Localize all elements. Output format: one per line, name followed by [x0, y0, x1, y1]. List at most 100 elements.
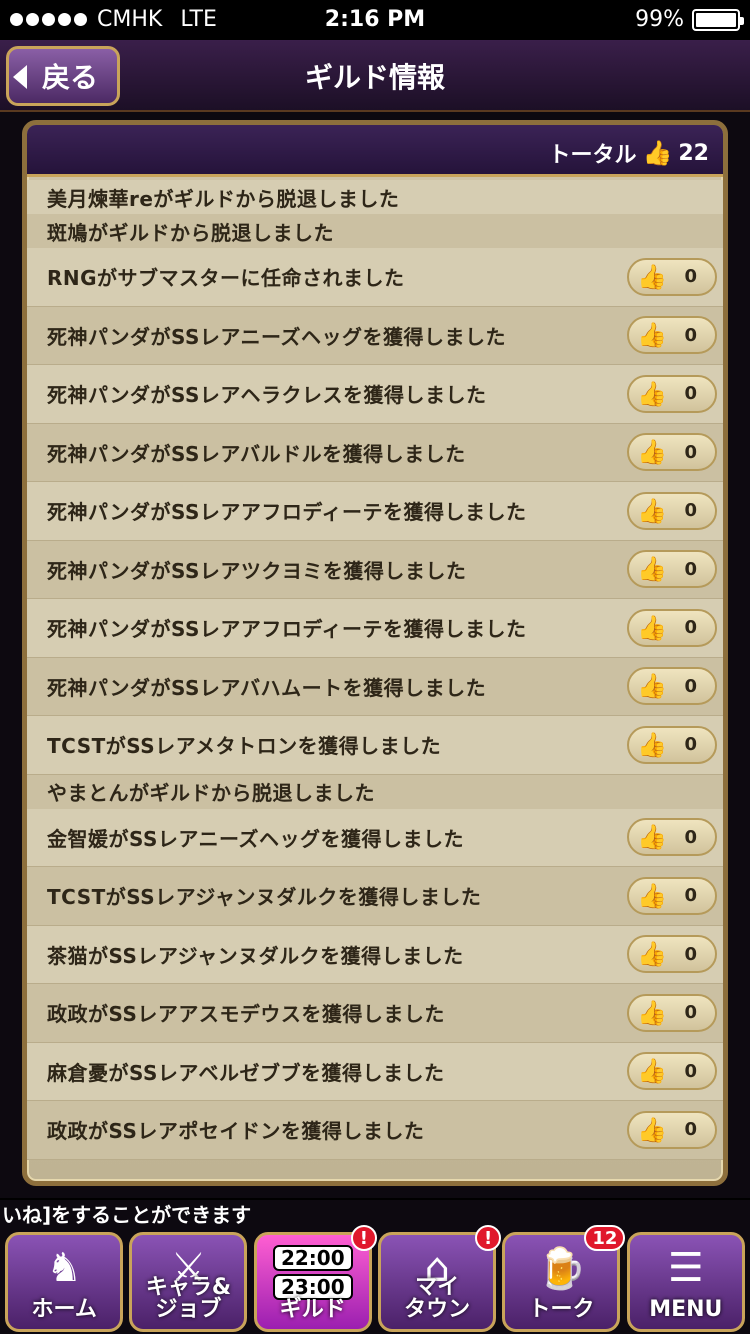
nav-mytown-label: マイ タウン [404, 1275, 471, 1322]
feed-row: 金智媛がSSレアニーズヘッグを獲得しました 👍 0 [27, 808, 723, 867]
like-count: 0 [684, 500, 697, 522]
feed-row: やまとんがギルドから脱退しました [27, 774, 723, 809]
feed-row-text: 死神パンダがSSレアツクヨミを獲得しました [47, 558, 467, 583]
activity-feed[interactable]: 美月煉華reがギルドから脱退しました 斑鳩がギルドから脱退しました RNGがサブマス… [27, 180, 723, 1181]
nav-chara-label: キャラ& ジョブ [145, 1275, 232, 1322]
like-count: 0 [684, 558, 697, 580]
feed-row-text: 麻倉憂がSSレアベルゼブブを獲得しました [47, 1060, 445, 1085]
feed-row-text: 斑鳩がギルドから脱退しました [47, 220, 334, 245]
nav-menu-button[interactable]: ☰ MENU [626, 1232, 745, 1332]
like-count: 0 [684, 617, 697, 639]
feed-row-text: 死神パンダがSSレアアフロディーテを獲得しました [47, 500, 527, 525]
feed-row: TCSTがSSレアメタトロンを獲得しました 👍 0 [27, 716, 723, 775]
status-right: 99% [635, 7, 744, 32]
feed-row: TCSTがSSレアジャンヌダルクを獲得しました 👍 0 [27, 867, 723, 926]
nav-home-button[interactable]: ♞ ホーム [5, 1232, 124, 1332]
feed-row-text: RNGがサブマスターに任命されました [47, 266, 405, 291]
guild-schedule: 22:00 23:00 [257, 1245, 369, 1300]
thumbs-up-icon: 👍 [637, 262, 667, 291]
like-button[interactable]: 👍 0 [627, 550, 717, 589]
feed-row: 死神パンダがSSレアバハムートを獲得しました 👍 0 [27, 657, 723, 716]
thumbs-up-icon: 👍 [637, 823, 667, 852]
app-header: 戻る ギルド情報 [0, 40, 750, 112]
thumbs-up-icon: 👍 [637, 379, 667, 408]
feed-row: 死神パンダがSSレアツクヨミを獲得しました 👍 0 [27, 540, 723, 599]
nav-mytown-button[interactable]: ⌂ マイ タウン ! [378, 1225, 502, 1332]
guild-info-panel: トータル 👍 22 美月煉華reがギルドから脱退しました 斑鳩がギルドから脱退しま… [22, 120, 728, 1186]
feed-row-text: 金智媛がSSレアニーズヘッグを獲得しました [47, 826, 465, 851]
like-button[interactable]: 👍 0 [627, 374, 717, 413]
like-count: 0 [684, 826, 697, 848]
bottom-nav: ♞ ホーム ⚔ キャラ& ジョブ 22:00 23:00 ギルド ! ⌂ マイ … [0, 1225, 750, 1334]
feed-row-text: 死神パンダがSSレアバルドルを獲得しました [47, 441, 466, 466]
like-count: 0 [684, 1002, 697, 1024]
thumbs-up-icon: 👍 [642, 139, 673, 167]
news-ticker: いね]をすることができます [0, 1200, 750, 1230]
nav-guild-label: ギルド [279, 1297, 346, 1322]
like-button[interactable]: 👍 0 [627, 818, 717, 857]
thumbs-up-icon: 👍 [637, 672, 667, 701]
feed-row-text: 政政がSSレアアスモデウスを獲得しました [47, 1002, 445, 1027]
like-button[interactable]: 👍 0 [627, 608, 717, 647]
beer-mugs-icon: 🍺 [536, 1246, 587, 1292]
battery-percent: 99% [635, 7, 684, 32]
like-button[interactable]: 👍 0 [627, 257, 717, 296]
nav-talk-button[interactable]: 🍺 トーク 12 [502, 1225, 626, 1332]
nav-talk-label: トーク [528, 1297, 595, 1322]
feed-row: 死神パンダがSSレアバルドルを獲得しました 👍 0 [27, 423, 723, 482]
guild-alert-badge: ! [350, 1225, 377, 1251]
thumbs-up-icon: 👍 [637, 438, 667, 467]
feed-row: 政政がSSレアアスモデウスを獲得しました 👍 0 [27, 984, 723, 1043]
feed-row-text: TCSTがSSレアジャンヌダルクを獲得しました [47, 885, 482, 910]
like-count: 0 [684, 675, 697, 697]
feed-row: RNGがサブマスターに任命されました 👍 0 [27, 248, 723, 307]
like-button[interactable]: 👍 0 [627, 491, 717, 530]
feed-row-text: 政政がSSレアポセイドンを獲得しました [47, 1119, 425, 1144]
thumbs-up-icon: 👍 [637, 1115, 667, 1144]
like-button[interactable]: 👍 0 [627, 316, 717, 355]
like-count: 0 [684, 1119, 697, 1141]
like-button[interactable]: 👍 0 [627, 1052, 717, 1091]
feed-row-text: 死神パンダがSSレアヘラクレスを獲得しました [47, 383, 487, 408]
feed-row-text: 茶猫がSSレアジャンヌダルクを獲得しました [47, 943, 464, 968]
like-button[interactable]: 👍 0 [627, 667, 717, 706]
feed-row: 麻倉憂がSSレアベルゼブブを獲得しました 👍 0 [27, 1042, 723, 1101]
like-button[interactable]: 👍 0 [627, 993, 717, 1032]
thumbs-up-icon: 👍 [637, 496, 667, 525]
hamburger-icon: ☰ [667, 1245, 704, 1291]
like-button[interactable]: 👍 0 [627, 725, 717, 764]
knight-horse-icon: ♞ [46, 1245, 83, 1291]
thumbs-up-icon: 👍 [637, 881, 667, 910]
like-button[interactable]: 👍 0 [627, 1110, 717, 1149]
like-count: 0 [684, 383, 697, 405]
feed-row-text: やまとんがギルドから脱退しました [47, 781, 375, 805]
thumbs-up-icon: 👍 [637, 940, 667, 969]
like-count: 0 [684, 441, 697, 463]
feed-row-text: TCSTがSSレアメタトロンを獲得しました [47, 734, 442, 759]
like-button[interactable]: 👍 0 [627, 935, 717, 974]
feed-row-text: 美月煉華reがギルドから脱退しました [47, 186, 400, 211]
thumbs-up-icon: 👍 [637, 555, 667, 584]
nav-chara-button[interactable]: ⚔ キャラ& ジョブ [129, 1232, 248, 1332]
battery-icon [692, 8, 744, 31]
total-label: トータル [548, 143, 637, 168]
feed-row: 斑鳩がギルドから脱退しました [27, 214, 723, 248]
feed-row: 死神パンダがSSレアヘラクレスを獲得しました 👍 0 [27, 365, 723, 424]
like-button[interactable]: 👍 0 [627, 876, 717, 915]
like-count: 0 [684, 266, 697, 288]
feed-row: 死神パンダがSSレアニーズヘッグを獲得しました 👍 0 [27, 306, 723, 365]
feed-row-text: 死神パンダがSSレアアフロディーテを獲得しました [47, 617, 527, 642]
like-count: 0 [684, 1060, 697, 1082]
guild-time-1: 22:00 [272, 1245, 353, 1271]
feed-row: 茶猫がSSレアジャンヌダルクを獲得しました 👍 0 [27, 925, 723, 984]
like-button[interactable]: 👍 0 [627, 433, 717, 472]
like-count: 0 [684, 734, 697, 756]
like-count: 0 [684, 885, 697, 907]
total-likes: トータル 👍 22 [548, 137, 709, 169]
nav-guild-button[interactable]: 22:00 23:00 ギルド ! [253, 1225, 377, 1332]
status-bar: CMHK LTE 2:16 PM 99% [0, 0, 750, 40]
feed-row: 死神パンダがSSレアアフロディーテを獲得しました 👍 0 [27, 482, 723, 541]
like-count: 0 [684, 943, 697, 965]
mytown-alert-badge: ! [475, 1225, 502, 1251]
talk-count-badge: 12 [584, 1225, 626, 1251]
